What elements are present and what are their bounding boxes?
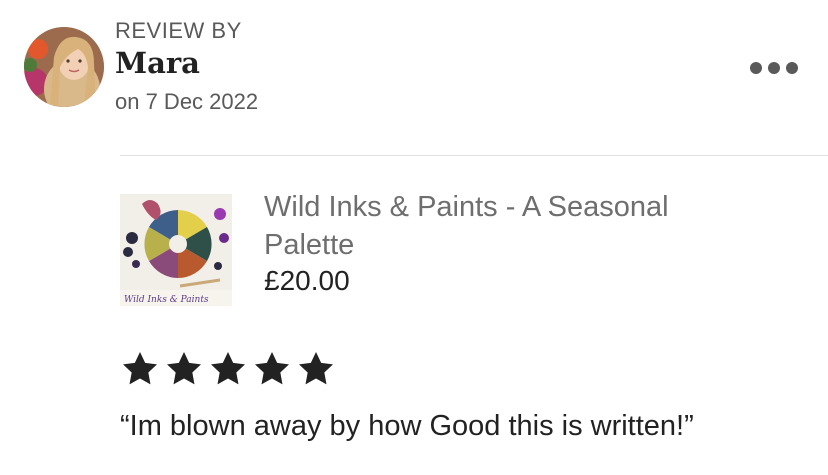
divider bbox=[120, 155, 828, 156]
review-date: on 7 Dec 2022 bbox=[115, 89, 259, 114]
star-icon bbox=[167, 352, 201, 385]
reviewer-avatar[interactable] bbox=[24, 27, 104, 107]
product-price: £20.00 bbox=[264, 265, 350, 296]
more-options-button[interactable] bbox=[744, 54, 804, 82]
avatar-photo bbox=[24, 27, 104, 107]
star-rating bbox=[120, 349, 336, 389]
product-image: Wild Inks & Paints bbox=[120, 194, 232, 306]
product-thumbnail[interactable]: Wild Inks & Paints bbox=[120, 194, 232, 306]
product-title-link[interactable]: Wild Inks & Paints - A Seasonal Palette bbox=[264, 188, 734, 264]
star-icon bbox=[211, 352, 245, 385]
star-icon bbox=[255, 352, 289, 385]
star-icon bbox=[299, 352, 333, 385]
more-options-icon bbox=[768, 62, 780, 74]
more-options-icon bbox=[750, 62, 762, 74]
thumbnail-caption: Wild Inks & Paints bbox=[124, 295, 209, 305]
star-icon bbox=[123, 352, 157, 385]
review-text: “Im blown away by how Good this is writt… bbox=[120, 410, 694, 442]
review-by-label: REVIEW BY bbox=[115, 18, 242, 43]
reviewer-name[interactable]: Mara bbox=[115, 46, 200, 80]
more-options-icon bbox=[786, 62, 798, 74]
